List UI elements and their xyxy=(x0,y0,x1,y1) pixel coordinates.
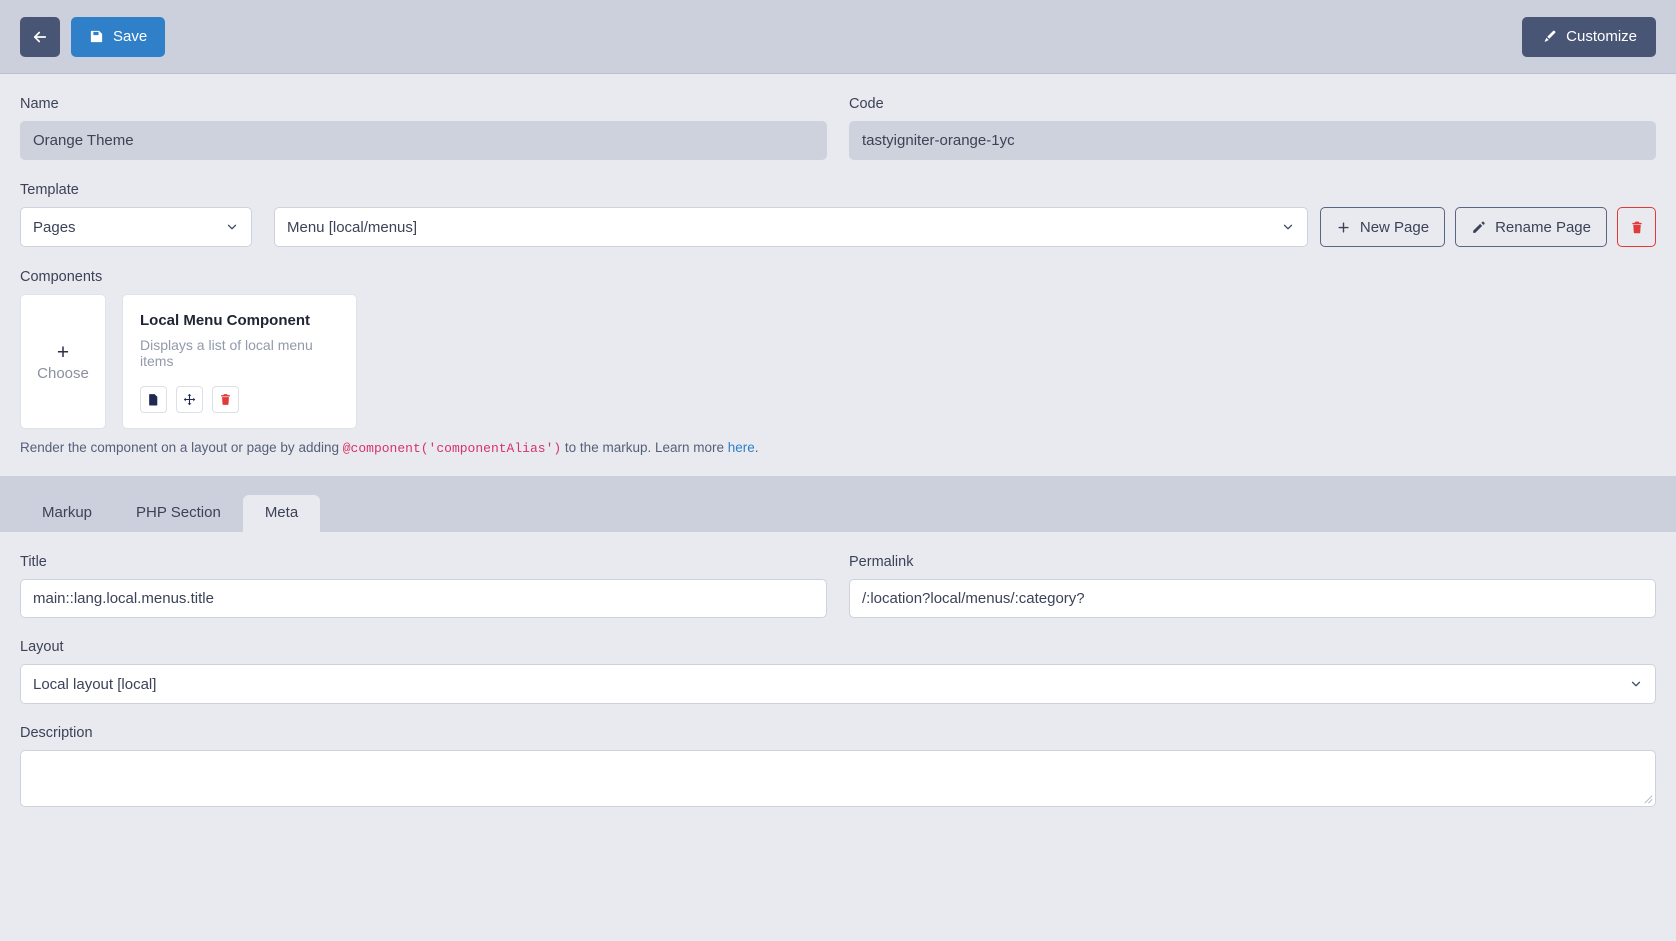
rename-page-button[interactable]: Rename Page xyxy=(1455,207,1607,247)
save-button[interactable]: Save xyxy=(71,16,166,57)
tab-php-section[interactable]: PHP Section xyxy=(114,495,243,532)
arrow-left-icon xyxy=(31,28,49,46)
description-label: Description xyxy=(20,725,93,741)
save-button-label: Save xyxy=(113,28,148,45)
layout-select[interactable]: Local layout [local] xyxy=(20,664,1656,704)
move-arrows-icon xyxy=(183,393,196,406)
customize-button[interactable]: Customize xyxy=(1522,16,1656,57)
code-field-group: Code tastyigniter-orange-1yc xyxy=(849,96,1656,160)
name-label: Name xyxy=(20,96,59,112)
identity-section: Name Orange Theme Code tastyigniter-oran… xyxy=(0,74,1676,160)
permalink-field-group: Permalink /:location?local/menus/:catego… xyxy=(849,554,1656,618)
floppy-disk-icon xyxy=(89,29,104,44)
component-description: Displays a list of local menu items xyxy=(140,337,313,369)
layout-field-group: Layout Local layout [local] xyxy=(20,639,1656,704)
back-button[interactable] xyxy=(20,16,60,57)
toolbar-left-group: Save xyxy=(20,16,166,57)
editor-tabs: Markup PHP Section Meta xyxy=(0,476,1676,532)
layout-value: Local layout [local] xyxy=(33,675,157,693)
template-section: Template Pages Menu [local/menus] New Pa… xyxy=(0,160,1676,247)
components-section: Components + Choose Local Menu Component… xyxy=(0,247,1676,476)
template-actions: New Page Rename Page xyxy=(1319,207,1656,247)
delete-page-button[interactable] xyxy=(1617,207,1656,247)
code-label: Code xyxy=(849,96,884,112)
component-hint: Render the component on a layout or page… xyxy=(20,440,1656,476)
template-row: Pages Menu [local/menus] New Page Rename… xyxy=(20,207,1656,247)
learn-more-link[interactable]: here xyxy=(728,440,755,455)
rename-page-button-label: Rename Page xyxy=(1495,218,1591,236)
hint-code-snippet: @component('componentAlias') xyxy=(342,441,562,456)
top-toolbar: Save Customize xyxy=(0,0,1676,74)
component-title: Local Menu Component xyxy=(140,312,310,329)
title-field-group: Title main::lang.local.menus.title xyxy=(20,554,827,618)
page-body: Name Orange Theme Code tastyigniter-oran… xyxy=(0,74,1676,807)
name-input[interactable]: Orange Theme xyxy=(20,121,827,160)
plus-icon: + xyxy=(56,340,70,364)
trash-icon xyxy=(1630,220,1644,235)
hint-end: . xyxy=(754,440,759,455)
new-page-button[interactable]: New Page xyxy=(1319,207,1446,247)
permalink-label: Permalink xyxy=(849,554,914,570)
title-label: Title xyxy=(20,554,47,570)
template-type-select[interactable]: Pages xyxy=(20,207,252,247)
title-permalink-row: Title main::lang.local.menus.title Perma… xyxy=(20,554,1656,618)
chevron-down-icon xyxy=(225,220,239,234)
layout-label: Layout xyxy=(20,639,64,655)
choose-component-button[interactable]: + Choose xyxy=(20,294,106,429)
permalink-input[interactable]: /:location?local/menus/:category? xyxy=(849,579,1656,618)
template-type-value: Pages xyxy=(33,218,76,236)
resize-handle-icon[interactable] xyxy=(1642,793,1653,804)
components-label: Components xyxy=(20,269,103,285)
name-code-row: Name Orange Theme Code tastyigniter-oran… xyxy=(20,96,1656,160)
choose-component-label: Choose xyxy=(37,364,89,382)
description-field-group: Description xyxy=(20,725,1656,807)
new-page-button-label: New Page xyxy=(1359,218,1430,236)
file-code-icon xyxy=(147,393,160,406)
hint-suffix: to the markup. Learn more xyxy=(561,440,728,455)
delete-component-button[interactable] xyxy=(212,386,239,413)
components-list: + Choose Local Menu Component Displays a… xyxy=(20,294,1656,429)
pencil-icon xyxy=(1471,220,1486,235)
tab-meta[interactable]: Meta xyxy=(242,495,321,532)
plus-icon xyxy=(1336,220,1351,235)
paintbrush-icon xyxy=(1541,29,1557,45)
template-file-select[interactable]: Menu [local/menus] xyxy=(274,207,1308,247)
component-card[interactable]: Local Menu Component Displays a list of … xyxy=(122,294,357,429)
view-component-file-button[interactable] xyxy=(140,386,167,413)
toolbar-right-group: Customize xyxy=(1522,16,1656,57)
meta-tab-panel: Title main::lang.local.menus.title Perma… xyxy=(0,532,1676,807)
template-file-value: Menu [local/menus] xyxy=(287,218,418,236)
move-component-button[interactable] xyxy=(176,386,203,413)
description-textarea[interactable] xyxy=(20,750,1656,807)
name-field-group: Name Orange Theme xyxy=(20,96,827,160)
component-actions xyxy=(140,386,339,413)
template-label: Template xyxy=(20,182,79,198)
hint-prefix: Render the component on a layout or page… xyxy=(20,440,343,455)
title-input[interactable]: main::lang.local.menus.title xyxy=(20,579,827,618)
code-input[interactable]: tastyigniter-orange-1yc xyxy=(849,121,1656,160)
trash-icon xyxy=(219,393,232,406)
chevron-down-icon xyxy=(1629,677,1643,691)
tab-markup[interactable]: Markup xyxy=(20,495,114,532)
chevron-down-icon xyxy=(1281,220,1295,234)
customize-button-label: Customize xyxy=(1566,28,1637,45)
